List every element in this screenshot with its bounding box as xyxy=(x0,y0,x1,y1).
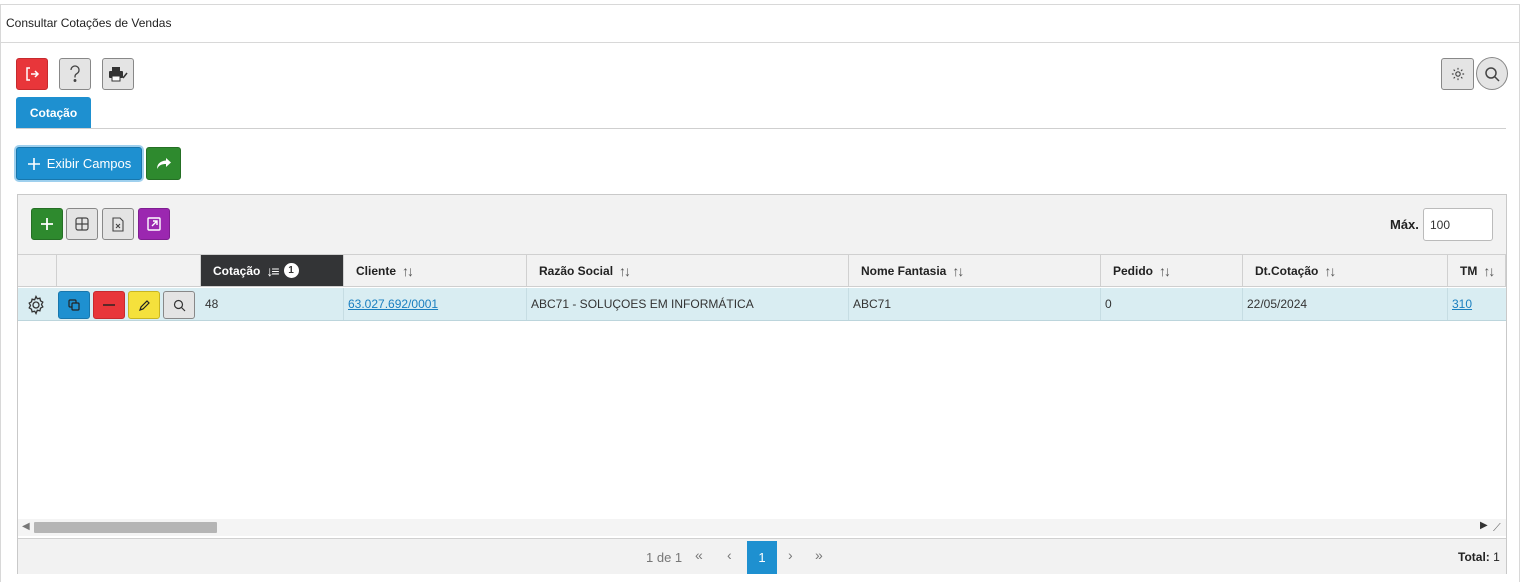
resize-grip-icon[interactable]: ⟋ xyxy=(1493,522,1501,535)
columns-button[interactable] xyxy=(66,208,98,240)
scroll-left-icon[interactable]: ◀ xyxy=(22,521,30,532)
header-actions xyxy=(57,255,201,287)
total-value: 1 xyxy=(1493,550,1500,564)
logout-icon xyxy=(26,67,40,81)
header-dt-cotacao[interactable]: Dt.Cotação ↑↓ xyxy=(1243,255,1448,287)
cell-dt-cotacao: 22/05/2024 xyxy=(1243,288,1448,320)
total-label: Total: xyxy=(1458,550,1490,564)
excel-file-icon xyxy=(112,216,124,232)
open-external-button[interactable] xyxy=(138,208,170,240)
cell-cotacao: 48 xyxy=(201,288,344,320)
cell-tm: 310 xyxy=(1448,288,1506,320)
horizontal-scrollbar[interactable]: ◀ ▶ ⟋ xyxy=(18,519,1506,536)
cliente-link[interactable]: 63.027.692/0001 xyxy=(348,297,438,311)
window-title: Consultar Cotações de Vendas xyxy=(0,4,1520,43)
exit-button[interactable] xyxy=(16,58,48,90)
tm-link[interactable]: 310 xyxy=(1452,297,1472,311)
delete-row-button[interactable] xyxy=(93,291,125,319)
sort-icon: ↑↓ xyxy=(952,262,964,279)
scroll-right-icon[interactable]: ▶ xyxy=(1480,520,1488,531)
cell-cliente: 63.027.692/0001 xyxy=(344,288,527,320)
cell-nome-fantasia: ABC71 xyxy=(849,288,1101,320)
print-button[interactable] xyxy=(102,58,134,90)
next-page-button[interactable]: › xyxy=(788,547,793,563)
question-icon xyxy=(70,65,80,82)
minus-icon xyxy=(103,304,115,306)
help-button[interactable] xyxy=(59,58,91,90)
window-title-text: Consultar Cotações de Vendas xyxy=(6,16,172,30)
header-nome-fantasia-label: Nome Fantasia xyxy=(861,263,947,278)
view-row-button[interactable] xyxy=(163,291,195,319)
external-link-icon xyxy=(147,217,161,231)
header-cliente-label: Cliente xyxy=(356,263,397,278)
page-info: 1 de 1 xyxy=(646,550,683,565)
tab-cotacao[interactable]: Cotação xyxy=(16,97,91,128)
header-razao-social[interactable]: Razão Social ↑↓ xyxy=(527,255,849,287)
last-page-button[interactable]: » xyxy=(815,547,823,563)
cell-pedido: 0 xyxy=(1101,288,1243,320)
sort-icon: ↑↓ xyxy=(402,262,414,279)
copy-icon xyxy=(68,299,80,311)
copy-row-button[interactable] xyxy=(58,291,90,319)
cell-razao-social: ABC71 - SOLUÇOES EM INFORMÁTICA xyxy=(527,288,849,320)
header-pedido[interactable]: Pedido ↑↓ xyxy=(1101,255,1243,287)
max-label: Máx. xyxy=(1390,217,1419,232)
magnifier-icon xyxy=(173,299,185,311)
plus-icon xyxy=(27,157,40,170)
header-razao-social-label: Razão Social xyxy=(539,263,614,278)
printer-icon xyxy=(109,67,128,82)
header-pedido-label: Pedido xyxy=(1113,263,1154,278)
sort-icon: ↑↓ xyxy=(619,262,631,279)
add-button[interactable] xyxy=(31,208,63,240)
share-arrow-icon xyxy=(156,157,171,169)
header-cotacao-label: Cotação xyxy=(213,263,261,278)
settings-button[interactable] xyxy=(1441,58,1474,90)
sort-icon: ↑↓ xyxy=(1159,262,1171,279)
exibir-campos-button[interactable]: Exibir Campos xyxy=(16,147,142,180)
pencil-icon xyxy=(138,299,150,311)
results-grid: Máx. Cotação ↓≡ 1 Cliente ↑↓ Razão Socia… xyxy=(17,194,1507,574)
sort-icon: ↑↓ xyxy=(1324,262,1336,279)
gear-icon[interactable] xyxy=(26,295,46,315)
header-dt-cotacao-label: Dt.Cotação xyxy=(1255,263,1319,278)
header-actions-gear xyxy=(18,255,57,287)
gear-icon xyxy=(1451,67,1464,81)
header-cotacao[interactable]: Cotação ↓≡ 1 xyxy=(201,255,344,287)
exibir-campos-label: Exibir Campos xyxy=(46,156,132,171)
header-cliente[interactable]: Cliente ↑↓ xyxy=(344,255,527,287)
current-page-button[interactable]: 1 xyxy=(747,541,777,574)
total-count: Total: 1 xyxy=(1458,550,1500,564)
sort-order-badge: 1 xyxy=(283,263,299,278)
header-tm[interactable]: TM ↑↓ xyxy=(1448,255,1506,287)
sort-desc-icon: ↓≡ xyxy=(266,262,279,279)
first-page-button[interactable]: « xyxy=(695,547,703,563)
export-excel-button[interactable] xyxy=(102,208,134,240)
grid-columns-icon xyxy=(75,217,89,231)
share-button[interactable] xyxy=(146,147,181,180)
grid-toolbar: Máx. xyxy=(18,195,1506,255)
header-nome-fantasia[interactable]: Nome Fantasia ↑↓ xyxy=(849,255,1101,287)
sort-icon: ↑↓ xyxy=(1483,262,1495,279)
tab-divider xyxy=(16,128,1506,129)
scrollbar-thumb[interactable] xyxy=(34,522,217,533)
header-tm-label: TM xyxy=(1460,263,1478,278)
pagination: 1 de 1 « ‹ 1 › » Total: 1 xyxy=(18,538,1506,574)
prev-page-button[interactable]: ‹ xyxy=(727,547,732,563)
table-row[interactable]: 48 63.027.692/0001 ABC71 - SOLUÇOES EM I… xyxy=(18,288,1506,321)
max-input[interactable] xyxy=(1423,208,1493,241)
search-icon xyxy=(1485,66,1500,82)
plus-icon xyxy=(41,218,53,230)
search-button[interactable] xyxy=(1476,57,1508,90)
edit-row-button[interactable] xyxy=(128,291,160,319)
